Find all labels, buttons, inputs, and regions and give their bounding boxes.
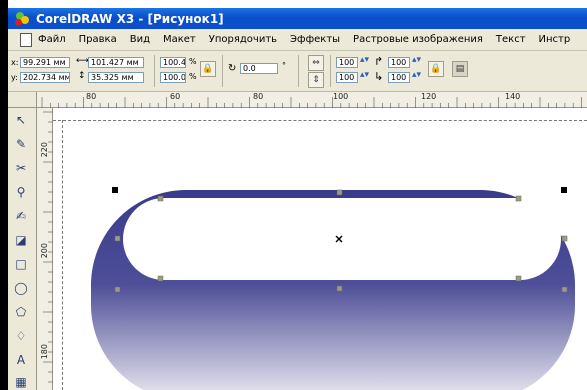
x-position-field[interactable]: 99.291 мм <box>20 57 70 68</box>
spinner-icon[interactable]: ▴▾ <box>412 70 421 80</box>
ruler-tick-label: 180 <box>40 344 49 360</box>
basic-shapes-icon[interactable]: ♢ <box>13 328 29 344</box>
menu-layout[interactable]: Макет <box>163 34 196 45</box>
menu-view[interactable]: Вид <box>130 34 150 45</box>
corner-bl-field[interactable]: 100 <box>336 72 358 83</box>
window-title: CorelDRAW X3 - [Рисунок1] <box>36 11 224 26</box>
corner-top-icon: ↱ <box>374 55 384 68</box>
polygon-tool-icon[interactable]: ⬠ <box>13 304 29 320</box>
scale-y-field[interactable]: 100.0 <box>160 72 186 83</box>
width-field[interactable]: 101.427 мм <box>88 57 144 68</box>
menu-file[interactable]: Файл <box>38 34 66 45</box>
corner-tr-field[interactable]: 100 <box>388 57 410 68</box>
y-position-field[interactable]: 202.734 мм <box>20 72 70 83</box>
corner-tl-field[interactable]: 100 <box>336 57 358 68</box>
ruler-tick-label: 200 <box>40 243 49 259</box>
ruler-tick-label: 80 <box>253 92 264 101</box>
spinner-icon[interactable]: ▴▾ <box>412 55 421 65</box>
text-tool-icon[interactable]: A <box>13 352 29 368</box>
percent-label: % <box>189 57 197 66</box>
spinner-icon[interactable]: ▴▾ <box>360 55 369 65</box>
vertical-ruler[interactable]: 220 200 180 <box>37 108 53 390</box>
title-bar: CorelDRAW X3 - [Рисунок1] <box>8 8 587 29</box>
menu-edit[interactable]: Правка <box>79 34 117 45</box>
toolbox: ↖ ✎ ✂ ⚲ ✍ ◪ □ ◯ ⬠ ♢ A ▦ <box>8 108 37 390</box>
corner-lock-icon[interactable]: 🔒 <box>428 61 444 77</box>
scale-x-field[interactable]: 100.4 <box>160 57 186 68</box>
menu-tools[interactable]: Инстр <box>539 34 571 45</box>
crop-tool-icon[interactable]: ✂ <box>13 160 29 176</box>
menu-bar: Файл Правка Вид Макет Упорядочить Эффект… <box>8 29 587 51</box>
table-tool-icon[interactable]: ▦ <box>13 374 29 390</box>
ruler-tick-label: 80 <box>86 92 97 101</box>
separator <box>330 55 331 87</box>
window-frame <box>0 0 8 390</box>
degree-icon: ° <box>282 61 286 70</box>
rectangle-tool-icon[interactable]: □ <box>13 256 29 272</box>
menu-bitmaps[interactable]: Растровые изображения <box>353 34 483 45</box>
y-label: y: <box>11 73 18 82</box>
rotate-icon: ↻ <box>228 63 237 74</box>
separator <box>222 55 223 87</box>
mirror-vertical-icon[interactable]: ⇕ <box>308 72 324 88</box>
height-field[interactable]: 35.325 мм <box>88 72 144 83</box>
ellipse-tool-icon[interactable]: ◯ <box>13 280 29 296</box>
width-icon: ⟷ <box>76 56 89 66</box>
freehand-tool-icon[interactable]: ✍ <box>13 208 29 224</box>
wrap-text-icon[interactable]: ▤ <box>452 61 468 77</box>
menu-effects[interactable]: Эффекты <box>290 34 340 45</box>
drawing-svg <box>91 187 575 390</box>
separator <box>298 55 299 87</box>
lock-ratio-icon[interactable]: 🔒 <box>200 61 216 77</box>
selected-rounded-rectangle <box>123 198 561 280</box>
separator <box>154 55 155 87</box>
percent-label: % <box>189 72 197 81</box>
menu-arrange[interactable]: Упорядочить <box>209 34 277 45</box>
ruler-tick-label: 220 <box>40 142 49 158</box>
property-bar: x: 99.291 мм y: 202.734 мм ⟷ 101.427 мм … <box>8 51 587 92</box>
mirror-horizontal-icon[interactable]: ⇔ <box>308 55 324 71</box>
ruler-tick-label: 140 <box>505 92 521 101</box>
spinner-icon[interactable]: ▴▾ <box>360 70 369 80</box>
ruler-tick-label: 60 <box>170 92 181 101</box>
menu-text[interactable]: Текст <box>496 34 526 45</box>
shape-tool-icon[interactable]: ✎ <box>13 136 29 152</box>
x-label: x: <box>11 58 19 67</box>
pick-tool-icon[interactable]: ↖ <box>13 112 29 128</box>
ruler-tick-label: 100 <box>333 92 349 101</box>
rotation-field[interactable]: 0.0 <box>240 63 278 74</box>
smart-fill-icon[interactable]: ◪ <box>13 232 29 248</box>
coreldraw-logo-icon <box>14 11 30 27</box>
document-icon <box>20 32 32 47</box>
corner-bottom-icon: ↳ <box>374 70 384 83</box>
horizontal-ruler[interactable]: 80 60 80 100 120 140 <box>37 92 587 108</box>
height-icon: ↕ <box>78 71 86 81</box>
ruler-corner[interactable] <box>8 92 37 108</box>
corner-br-field[interactable]: 100 <box>388 72 410 83</box>
ruler-tick-label: 120 <box>421 92 437 101</box>
zoom-tool-icon[interactable]: ⚲ <box>13 184 29 200</box>
drawing-canvas[interactable] <box>53 108 587 390</box>
